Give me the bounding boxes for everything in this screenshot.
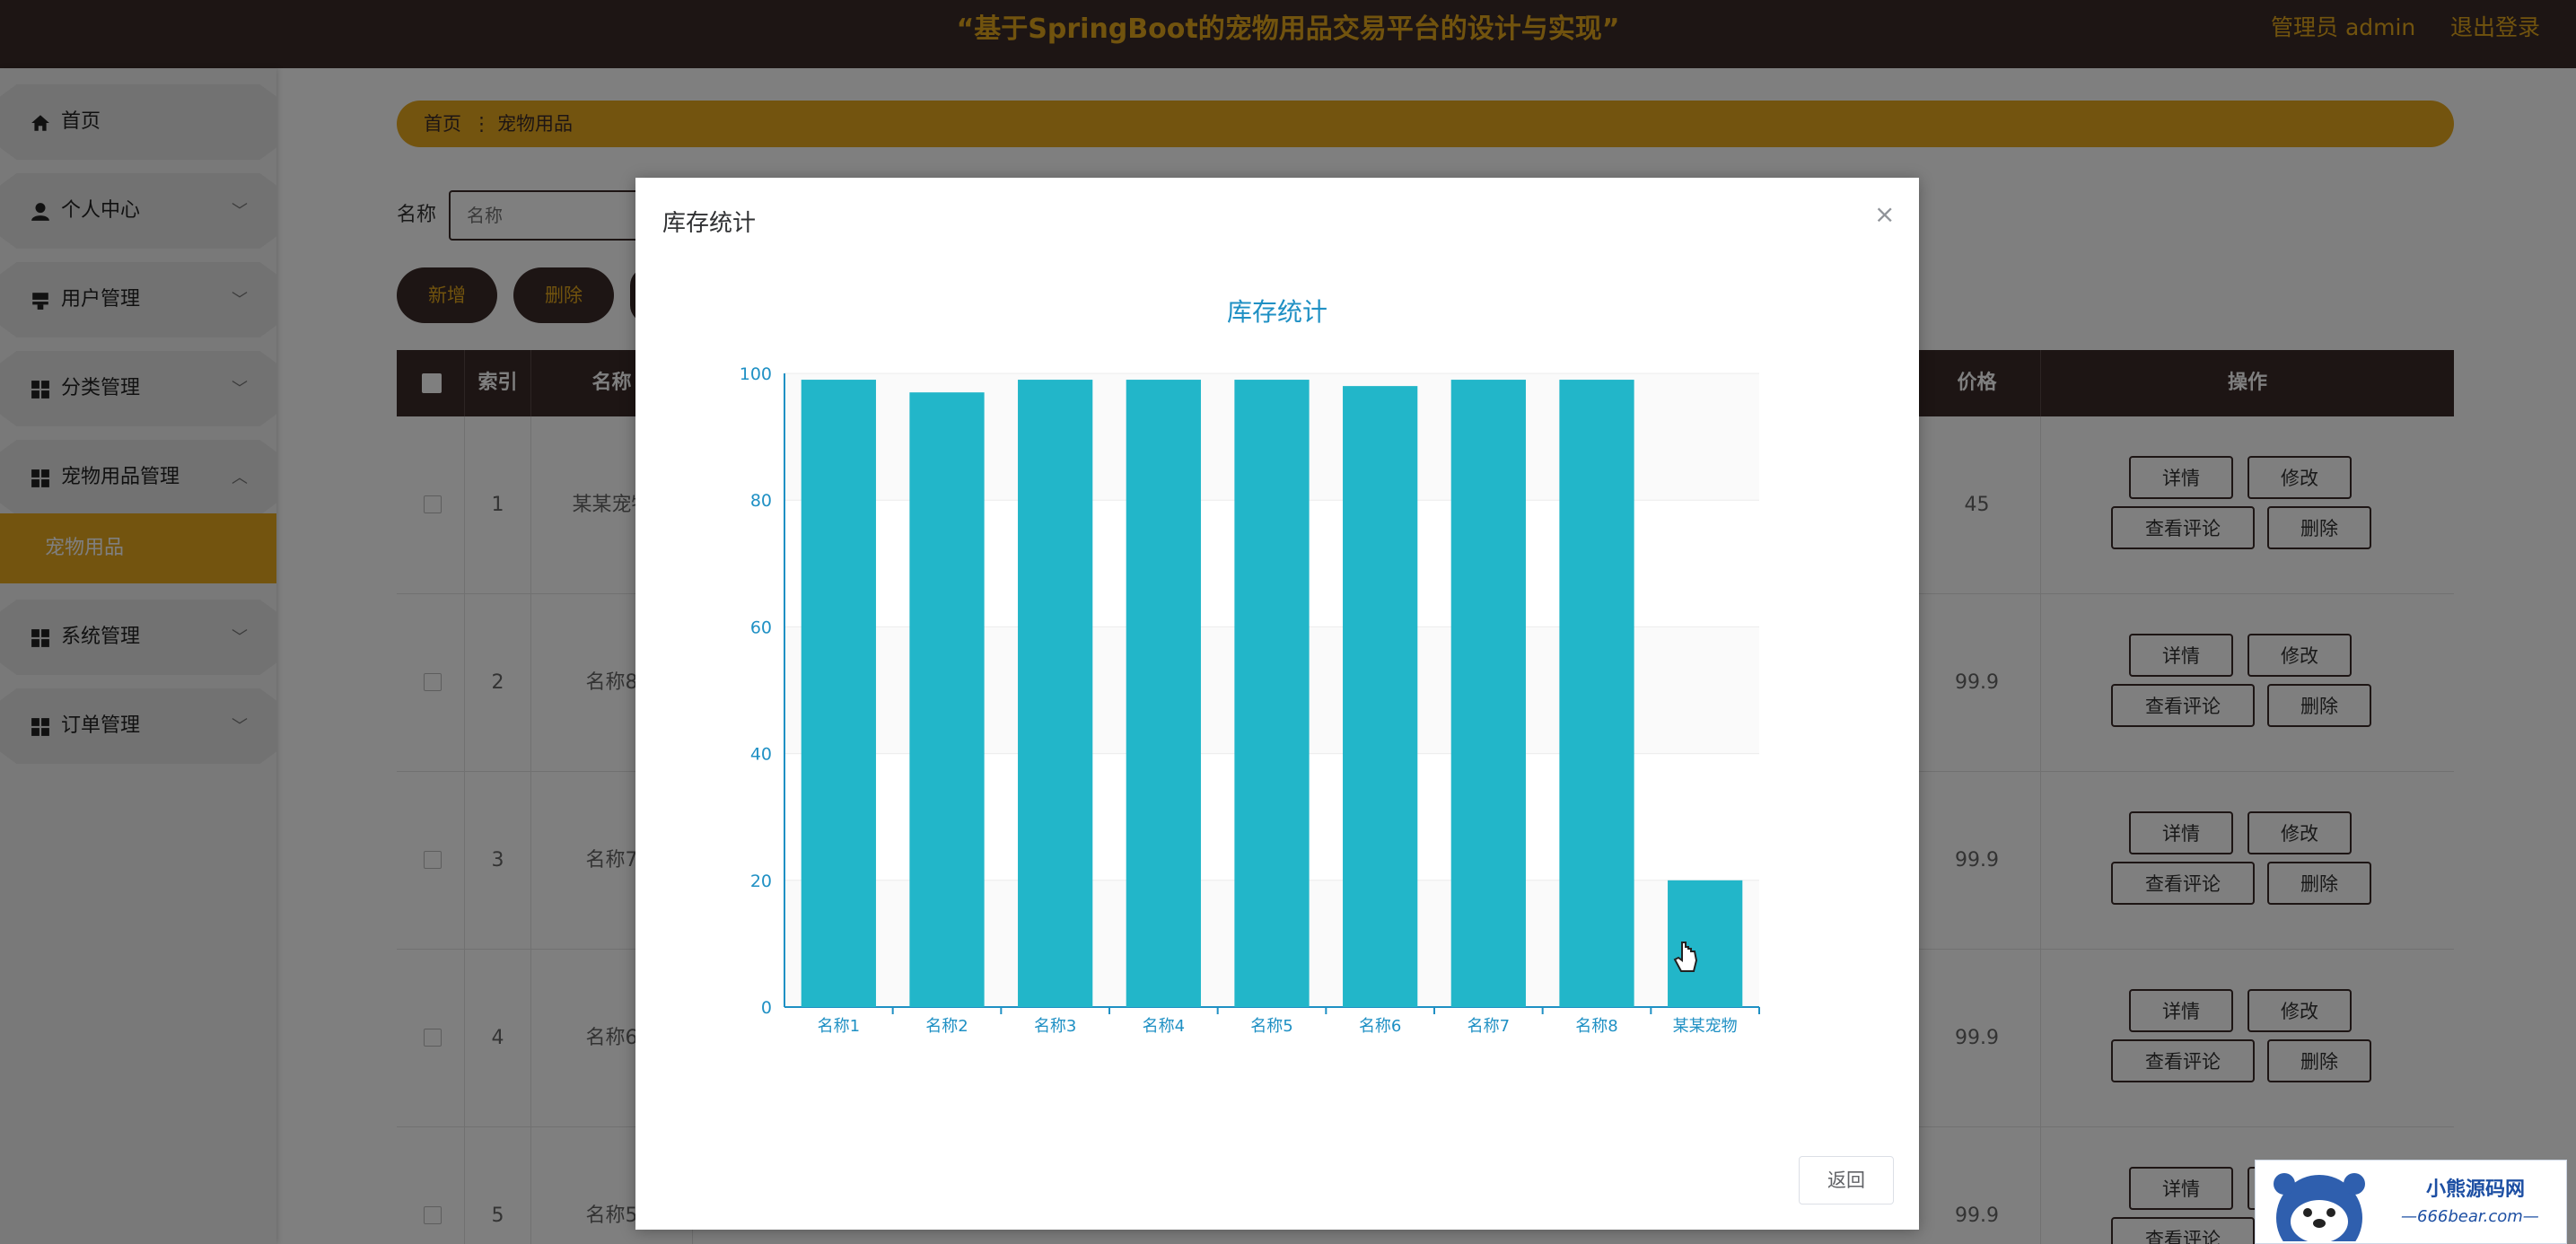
y-tick-label: 20 <box>750 872 772 891</box>
watermark-text: 小熊源码网 <box>2426 1178 2526 1201</box>
x-tick-label: 某某宠物 <box>1673 1017 1738 1036</box>
bar-4 <box>1126 380 1201 1007</box>
x-tick-label: 名称1 <box>818 1017 860 1036</box>
back-button[interactable]: 返回 <box>1799 1156 1894 1205</box>
y-tick-label: 60 <box>750 618 772 637</box>
x-tick-label: 名称6 <box>1359 1017 1401 1036</box>
watermark-logo: 小熊源码网 —666bear.com— <box>2255 1160 2567 1244</box>
watermark-url: —666bear.com— <box>2401 1207 2539 1226</box>
bear-logo-icon <box>2274 1173 2365 1241</box>
y-tick-label: 40 <box>750 745 772 765</box>
y-tick-label: 0 <box>761 998 772 1018</box>
x-tick-label: 名称4 <box>1143 1017 1185 1036</box>
bar-5 <box>1234 380 1310 1007</box>
bar-1 <box>801 380 876 1007</box>
bar-9 <box>1668 880 1743 1007</box>
bar-6 <box>1343 386 1418 1007</box>
x-tick-label: 名称8 <box>1575 1017 1617 1036</box>
x-tick-label: 名称7 <box>1468 1017 1510 1036</box>
x-tick-label: 名称3 <box>1034 1017 1076 1036</box>
bar-7 <box>1450 380 1526 1007</box>
bar-8 <box>1559 380 1634 1007</box>
y-tick-label: 80 <box>750 491 772 511</box>
inventory-bar-chart: 0 20 40 60 80 100 名称1 名称2 名称3 名称4 名称5 名称6 名称7 名称8 某某宠物 <box>740 364 1760 1036</box>
x-tick-label: 名称2 <box>925 1017 968 1036</box>
stats-modal: 库存统计 × 库存统计 0 20 40 60 80 100 名称1 名称2 名称3 名称4 名称5 名… <box>635 178 1919 1230</box>
y-tick-label: 100 <box>740 364 772 384</box>
bar-3 <box>1018 380 1093 1007</box>
x-tick-label: 名称5 <box>1250 1017 1292 1036</box>
bar-2 <box>909 392 985 1007</box>
